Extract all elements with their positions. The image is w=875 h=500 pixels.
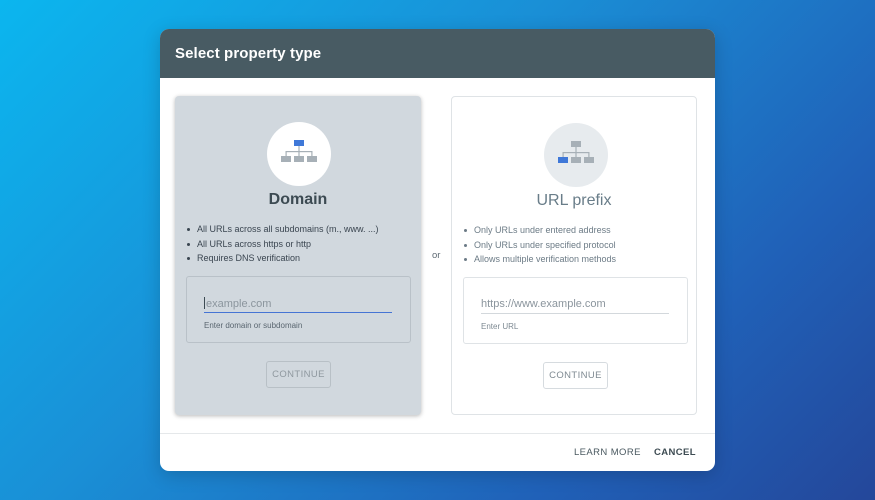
url-prefix-continue-button[interactable]: CONTINUE: [543, 362, 608, 389]
url-input-container[interactable]: https://www.example.com Enter URL: [463, 277, 688, 344]
domain-input-placeholder: example.com: [206, 298, 272, 310]
dialog-title: Select property type: [160, 29, 715, 78]
list-item: All URLs across all subdomains (m., www.…: [187, 222, 379, 237]
list-item: Only URLs under entered address: [464, 223, 616, 238]
domain-input-container[interactable]: example.com Enter domain or subdomain: [186, 276, 411, 343]
url-prefix-card-title: URL prefix: [536, 192, 612, 209]
select-property-dialog: Select property type Domain All URLs acr…: [160, 29, 715, 471]
sitemap-icon: [558, 141, 594, 163]
list-item: Only URLs under specified protocol: [464, 238, 616, 253]
domain-input[interactable]: example.com: [204, 297, 392, 313]
url-prefix-card[interactable]: URL prefix Only URLs under entered addre…: [451, 96, 697, 415]
domain-input-helper: Enter domain or subdomain: [204, 321, 303, 330]
domain-continue-button[interactable]: CONTINUE: [266, 361, 331, 388]
or-separator: or: [432, 250, 441, 261]
domain-card[interactable]: Domain All URLs across all subdomains (m…: [175, 96, 421, 415]
url-prefix-feature-list: Only URLs under entered address Only URL…: [464, 223, 616, 267]
domain-feature-list: All URLs across all subdomains (m., www.…: [187, 222, 379, 266]
url-prefix-icon-circle: [544, 123, 608, 187]
domain-icon-circle: [267, 122, 331, 186]
url-input[interactable]: https://www.example.com: [481, 298, 669, 314]
learn-more-button[interactable]: LEARN MORE: [574, 447, 641, 458]
text-caret: [204, 297, 205, 309]
list-item: All URLs across https or http: [187, 237, 379, 252]
sitemap-icon: [281, 140, 317, 162]
list-item: Allows multiple verification methods: [464, 252, 616, 267]
cancel-button[interactable]: CANCEL: [654, 447, 696, 458]
url-input-placeholder: https://www.example.com: [481, 298, 606, 310]
domain-card-title: Domain: [268, 191, 328, 208]
list-item: Requires DNS verification: [187, 251, 379, 266]
footer-divider: [160, 433, 715, 434]
url-input-helper: Enter URL: [481, 322, 519, 331]
